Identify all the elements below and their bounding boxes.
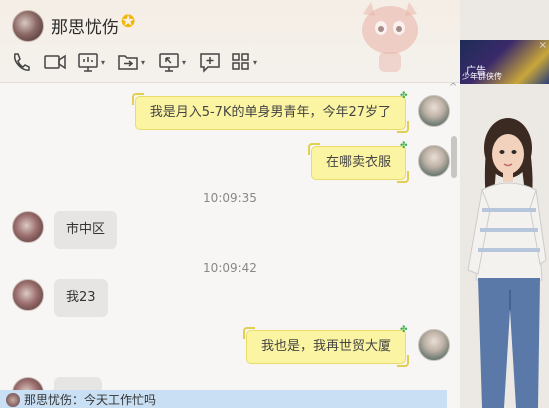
mascot-decoration-icon bbox=[362, 2, 418, 72]
their-message-bubble[interactable]: 市中区 bbox=[54, 211, 118, 249]
file-transfer-button[interactable]: ▾ bbox=[117, 50, 145, 74]
my-message-bubble[interactable]: 在哪卖衣服 bbox=[307, 143, 410, 183]
message-row: 市中区 bbox=[0, 211, 448, 251]
clover-icon: ✤ bbox=[400, 91, 408, 101]
my-avatar[interactable] bbox=[418, 95, 450, 127]
contact-avatar[interactable] bbox=[12, 10, 44, 42]
my-message-bubble[interactable]: 我是月入5-7K的单身男青年，今年27岁了 bbox=[131, 93, 410, 133]
message-row: 我23 bbox=[0, 279, 448, 319]
ad-subtitle: 少年群侠传 bbox=[462, 72, 502, 81]
my-avatar[interactable] bbox=[418, 329, 450, 361]
right-panel: × 广告 少年群侠传 bbox=[460, 0, 549, 408]
scrollbar-thumb[interactable] bbox=[451, 136, 457, 178]
my-avatar[interactable] bbox=[418, 145, 450, 177]
message-row: 我也是，我再世贸大厦 ✤ bbox=[0, 325, 450, 367]
timestamp: 10:09:42 bbox=[203, 261, 257, 275]
remote-desktop-button[interactable]: ▾ bbox=[158, 50, 186, 74]
notice-avatar bbox=[6, 393, 20, 407]
video-icon bbox=[44, 54, 66, 70]
clover-icon: ✤ bbox=[400, 325, 408, 335]
new-message-notice[interactable]: 那思忧伤：今天工作忙吗 bbox=[0, 390, 447, 408]
apps-grid-icon bbox=[232, 53, 249, 70]
apps-button[interactable]: ▾ bbox=[231, 50, 257, 74]
my-message-bubble[interactable]: 我也是，我再世贸大厦 bbox=[242, 327, 410, 367]
chevron-down-icon[interactable]: ▾ bbox=[141, 58, 145, 67]
remote-desktop-icon bbox=[159, 53, 179, 72]
message-button[interactable] bbox=[199, 50, 221, 74]
contact-message-avatar[interactable] bbox=[12, 211, 44, 243]
chevron-down-icon[interactable]: ▾ bbox=[253, 58, 257, 67]
notice-text: 那思忧伤：今天工作忙吗 bbox=[24, 393, 157, 407]
message-row: 在哪卖衣服 ✤ bbox=[0, 141, 450, 183]
message-list[interactable]: 我是月入5-7K的单身男青年，今年27岁了 ✤ 在哪卖衣服 ✤ 10:09:35… bbox=[0, 82, 460, 408]
message-row: 我是月入5-7K的单身男青年，今年27岁了 ✤ bbox=[0, 91, 450, 133]
chat-window: 那思忧伤 ✪ ⌄ ― bbox=[0, 0, 549, 408]
screen-share-icon bbox=[78, 53, 98, 72]
phone-button[interactable] bbox=[10, 50, 32, 74]
clover-icon: ✤ bbox=[400, 141, 408, 151]
phone-icon bbox=[13, 53, 30, 71]
message-icon bbox=[200, 53, 220, 73]
chevron-down-icon[interactable]: ▾ bbox=[182, 58, 186, 67]
chevron-down-icon[interactable]: ▾ bbox=[101, 58, 105, 67]
screen-share-button[interactable]: ▾ bbox=[77, 50, 105, 74]
contact-name[interactable]: 那思忧伤 bbox=[51, 13, 119, 38]
avatar-figure-icon bbox=[467, 118, 547, 408]
file-transfer-icon bbox=[118, 55, 138, 70]
contact-message-avatar[interactable] bbox=[12, 279, 44, 311]
ad-banner[interactable]: × 广告 少年群侠传 bbox=[460, 40, 549, 84]
chat-scrollbar[interactable]: ^ bbox=[449, 82, 460, 408]
ad-close-icon[interactable]: × bbox=[539, 40, 547, 51]
their-message-bubble[interactable]: 我23 bbox=[54, 279, 108, 317]
chat-header: 那思忧伤 ✪ ⌄ ― bbox=[0, 0, 535, 82]
timestamp: 10:09:35 bbox=[203, 191, 257, 205]
star-icon[interactable]: ✪ bbox=[121, 12, 135, 32]
scroll-up-icon[interactable]: ^ bbox=[449, 82, 457, 93]
video-call-button[interactable] bbox=[43, 50, 67, 74]
